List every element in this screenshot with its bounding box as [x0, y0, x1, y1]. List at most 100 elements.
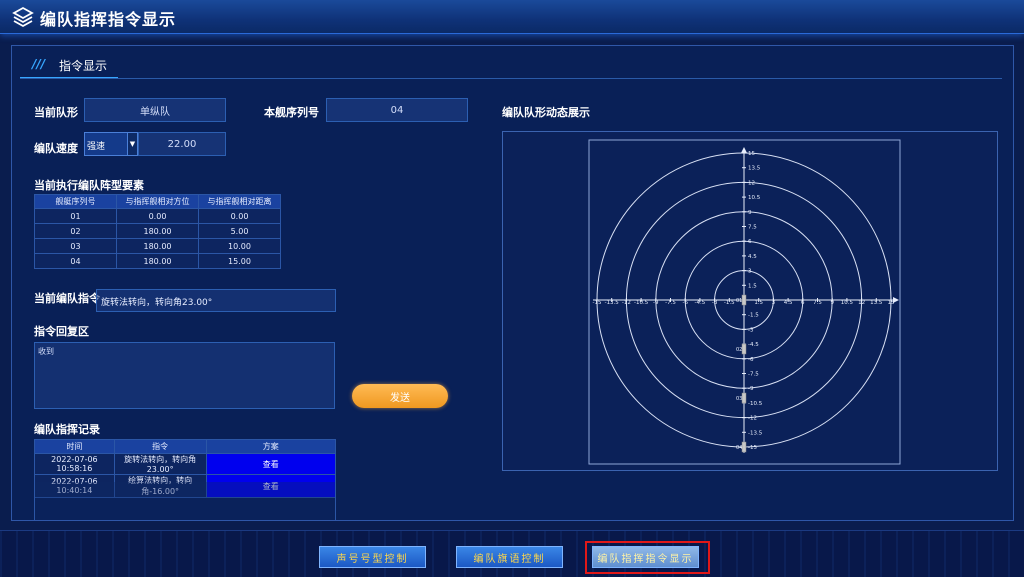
dynamic-label: 编队队形动态展示: [502, 106, 590, 119]
y-tick-label: -6: [748, 357, 754, 363]
ship-marker: [741, 392, 747, 404]
cell: 03: [34, 238, 117, 254]
ship-label: 03: [736, 396, 742, 402]
x-tick-label: 12: [858, 300, 865, 306]
cell: 0.00: [116, 208, 199, 224]
cell: 10.00: [198, 238, 281, 254]
app-header: 编队指挥指令显示: [0, 0, 1024, 34]
ship-no-field: 04: [326, 98, 468, 122]
x-tick-label: -1.5: [724, 300, 735, 306]
ship-label: 04: [736, 445, 742, 451]
y-tick-label: 15: [748, 151, 755, 157]
current-cmd-label: 当前编队指令: [34, 292, 100, 305]
cell: 0.00: [198, 208, 281, 224]
formation-label: 当前队形: [34, 106, 78, 119]
x-tick-label: -12: [622, 300, 631, 306]
formation-chart: -15 -13.5 -12 -10.5 -9 -7.5 -6 -4.5 -3 -1.5 1.5 3 4.…: [502, 131, 998, 471]
y-tick-label: 10.5: [748, 195, 761, 201]
table-row: 2022-07-06 10:58:16 旋转法转向，转向角23.00° 查看: [34, 453, 337, 475]
record-table-body-empty: [34, 482, 336, 520]
y-tick-label: -7.5: [748, 372, 759, 378]
view-button[interactable]: 查看: [205, 453, 337, 475]
x-tick-label: 10.5: [841, 300, 854, 306]
record-label: 编队指挥记录: [34, 423, 100, 436]
col-header: 方案: [205, 439, 337, 454]
y-tick-label: 12: [748, 180, 755, 186]
y-tick-label: -1.5: [748, 313, 759, 319]
cell: 5.00: [198, 223, 281, 239]
cell: 180.00: [116, 223, 199, 239]
cell: 01: [34, 208, 117, 224]
elements-label: 当前执行编队阵型要素: [34, 179, 144, 192]
cell: 180.00: [116, 238, 199, 254]
ship-label: 02: [736, 347, 742, 353]
y-tick-label: 4.5: [748, 254, 757, 260]
nav-sound-signal-button[interactable]: 声号号型控制: [319, 546, 426, 568]
y-tick-label: 1.5: [748, 283, 757, 289]
col-header: 与指挥舰相对距离: [198, 194, 281, 209]
speed-mode-value: 强速: [87, 142, 106, 152]
nav-flag-signal-button[interactable]: 编队旗语控制: [456, 546, 563, 568]
y-tick-label: -3: [748, 327, 754, 333]
tab-divider: [20, 78, 1002, 79]
y-tick-label: -4.5: [748, 342, 759, 348]
col-header: 与指挥舰相对方位: [116, 194, 199, 209]
ship-no-label: 本舰序列号: [264, 106, 319, 119]
x-tick-label: -9: [653, 300, 659, 306]
y-tick-label: 3: [748, 269, 752, 275]
col-header: 舰艇序列号: [34, 194, 117, 209]
send-button[interactable]: 发送: [352, 384, 448, 408]
tab-command-display[interactable]: /// 指令显示: [20, 53, 118, 79]
x-tick-label: -6: [682, 300, 688, 306]
y-tick-label: -13.5: [748, 430, 763, 436]
x-tick-label: -7.5: [665, 300, 676, 306]
x-tick-label: 15: [888, 300, 895, 306]
y-tick-label: 13.5: [748, 166, 761, 172]
x-tick-label: 9: [830, 300, 834, 306]
cell: 15.00: [198, 253, 281, 269]
formation-field: 单纵队: [84, 98, 226, 122]
cell: 旋转法转向，转向角23.00°: [113, 453, 207, 475]
current-cmd-field: 旋转法转向，转向角23.00°: [96, 289, 336, 312]
ship-marker: [741, 343, 747, 355]
y-tick-label: 9: [748, 210, 752, 216]
app-title: 编队指挥指令显示: [40, 10, 177, 29]
x-tick-label: 13.5: [870, 300, 883, 306]
reply-textarea[interactable]: 收到: [34, 342, 335, 409]
x-tick-label: 4.5: [784, 300, 793, 306]
reply-label: 指令回复区: [34, 325, 89, 338]
caret-down-icon[interactable]: ▼: [127, 133, 137, 155]
table-row: 01 0.00 0.00: [34, 208, 281, 224]
y-tick-label: -15: [748, 445, 757, 451]
table-row: 04 180.00 15.00: [34, 253, 281, 269]
speed-label: 编队速度: [34, 142, 78, 155]
speed-mode-select[interactable]: 强速 ▼: [84, 132, 138, 156]
col-header: 时间: [34, 439, 115, 454]
table-row: 02 180.00 5.00: [34, 223, 281, 239]
formation-polar-plot: -15 -13.5 -12 -10.5 -9 -7.5 -6 -4.5 -3 -1.5 1.5 3 4.…: [588, 139, 901, 465]
speed-field[interactable]: 22.00: [138, 132, 226, 156]
tab-slashes: ///: [32, 57, 46, 71]
ship-marker: [741, 441, 747, 453]
y-tick-label: 6: [748, 239, 752, 245]
cell: 180.00: [116, 253, 199, 269]
elements-table: 舰艇序列号 与指挥舰相对方位 与指挥舰相对距离 01 0.00 0.00 02 …: [34, 194, 281, 269]
x-tick-label: 7.5: [813, 300, 822, 306]
y-tick-label: -9: [748, 386, 754, 392]
x-tick-label: -10.5: [634, 300, 649, 306]
x-tick-label: -15: [593, 300, 602, 306]
x-tick-label: 1.5: [754, 300, 763, 306]
table-row: 03 180.00 10.00: [34, 238, 281, 254]
y-axis-arrow-icon: [741, 147, 747, 153]
layers-icon: [12, 6, 34, 28]
y-tick-label: -12: [748, 416, 757, 422]
tab-label: 指令显示: [59, 59, 108, 73]
x-tick-label: -4.5: [695, 300, 706, 306]
cell: 04: [34, 253, 117, 269]
cell: 2022-07-06 10:58:16: [34, 453, 115, 475]
cell: 02: [34, 223, 117, 239]
col-header: 指令: [113, 439, 207, 454]
y-tick-label: -10.5: [748, 401, 763, 407]
ship-label: 01: [736, 298, 742, 304]
x-tick-label: -3: [712, 300, 718, 306]
